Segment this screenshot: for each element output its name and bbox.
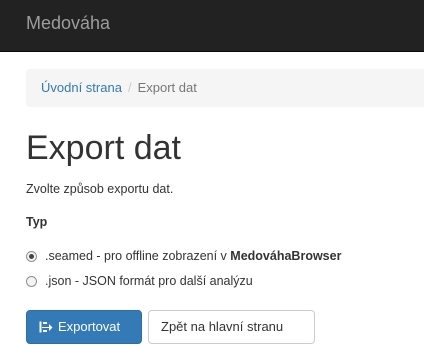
radio-label-json: .json - JSON formát pro další analýzu bbox=[45, 274, 253, 288]
radio-button-json[interactable] bbox=[26, 275, 37, 287]
radio-label-seamed: .seamed - pro offline zobrazení v Medová… bbox=[45, 249, 342, 263]
export-button[interactable]: Exportovat bbox=[26, 310, 142, 344]
radio-option-seamed[interactable]: .seamed - pro offline zobrazení v Medová… bbox=[26, 248, 341, 264]
breadcrumb-current: Export dat bbox=[137, 80, 197, 95]
back-to-main-button[interactable]: Zpět na hlavní stranu bbox=[148, 310, 315, 344]
page-title: Export dat bbox=[26, 129, 181, 167]
page-description: Zvolte způsob exportu dat. bbox=[26, 182, 174, 196]
breadcrumb: Úvodní strana / Export dat bbox=[26, 69, 424, 107]
radio-button-seamed[interactable] bbox=[26, 250, 37, 262]
radio-option-json[interactable]: .json - JSON formát pro další analýzu bbox=[26, 273, 253, 289]
breadcrumb-separator: / bbox=[127, 80, 132, 95]
type-label: Typ bbox=[26, 215, 48, 229]
export-icon bbox=[39, 321, 53, 333]
back-button-label: Zpět na hlavní stranu bbox=[161, 319, 284, 334]
top-navbar: Medováha bbox=[0, 0, 424, 52]
brand-link[interactable]: Medováha bbox=[26, 13, 110, 34]
breadcrumb-home-link[interactable]: Úvodní strana bbox=[41, 80, 122, 95]
export-button-label: Exportovat bbox=[58, 319, 121, 334]
